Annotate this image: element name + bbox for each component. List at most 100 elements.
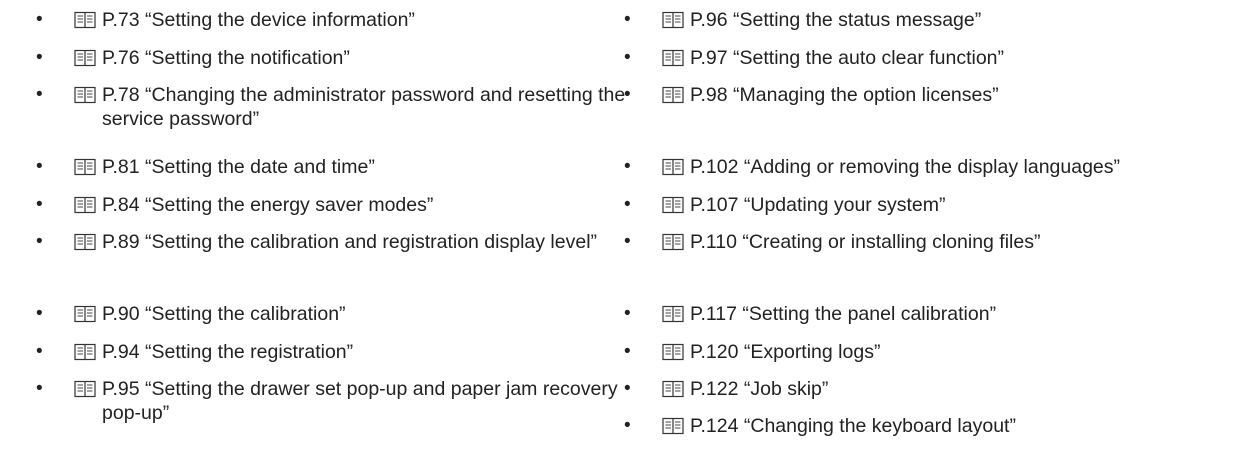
reference-text: P.81 “Setting the date and time” <box>102 155 662 179</box>
bullet: • <box>36 9 43 30</box>
bullet: • <box>624 84 631 105</box>
reference-text: P.89 “Setting the calibration and regist… <box>102 230 662 254</box>
reference-text: P.96 “Setting the status message” <box>690 8 1238 32</box>
book-reference-icon <box>662 414 690 438</box>
reference-item[interactable]: • P.90 “Setting the calibration” <box>36 302 662 326</box>
reference-text: P.122 “Job skip” <box>690 377 1238 401</box>
reference-text: P.98 “Managing the option licenses” <box>690 83 1238 107</box>
book-reference-icon <box>74 340 102 364</box>
section-title: “Setting the date and time” <box>145 156 375 178</box>
page-number: P.96 <box>690 9 728 31</box>
bullet: • <box>36 84 43 105</box>
reference-item[interactable]: • P.97 “Setting the auto clear function” <box>624 46 1238 70</box>
reference-text: P.95 “Setting the drawer set pop-up and … <box>102 377 662 425</box>
reference-text: P.78 “Changing the administrator passwor… <box>102 83 662 131</box>
section-title: “Setting the panel calibration” <box>742 303 997 325</box>
bullet: • <box>624 47 631 68</box>
section-title: “Creating or installing cloning files” <box>742 231 1041 253</box>
reference-item[interactable]: • P.102 “Adding or removing the display l… <box>624 155 1238 179</box>
page-number: P.90 <box>102 303 140 325</box>
section-title: “Setting the energy saver modes” <box>145 194 434 216</box>
reference-item[interactable]: • P.107 “Updating your system” <box>624 193 1238 217</box>
bullet: • <box>36 341 43 362</box>
reference-item[interactable]: • P.89 “Setting the calibration and regis… <box>36 230 662 254</box>
section-title: “Changing the administrator password and… <box>102 84 626 130</box>
reference-text: P.120 “Exporting logs” <box>690 340 1238 364</box>
page-number: P.124 <box>690 415 739 437</box>
section-title: “Setting the registration” <box>145 341 354 363</box>
reference-item[interactable]: • P.94 “Setting the registration” <box>36 340 662 364</box>
reference-item[interactable]: • P.120 “Exporting logs” <box>624 340 1238 364</box>
page-number: P.110 <box>690 231 737 253</box>
bullet: • <box>36 303 43 324</box>
bullet: • <box>624 156 631 177</box>
bullet: • <box>36 47 43 68</box>
book-reference-icon <box>74 8 102 32</box>
reference-text: P.84 “Setting the energy saver modes” <box>102 193 662 217</box>
page-number: P.78 <box>102 84 140 106</box>
page-number: P.95 <box>102 378 140 400</box>
reference-item[interactable]: • P.73 “Setting the device information” <box>36 8 662 32</box>
reference-item[interactable]: • P.110 “Creating or installing cloning f… <box>624 230 1238 254</box>
book-reference-icon <box>74 193 102 217</box>
reference-text: P.102 “Adding or removing the display la… <box>690 155 1238 179</box>
reference-item[interactable]: • P.117 “Setting the panel calibration” <box>624 302 1238 326</box>
book-reference-icon <box>662 46 690 70</box>
reference-item[interactable]: • P.122 “Job skip” <box>624 377 1238 401</box>
reference-text: P.90 “Setting the calibration” <box>102 302 662 326</box>
bullet: • <box>624 415 631 436</box>
section-title: “Exporting logs” <box>743 341 881 363</box>
bullet: • <box>624 341 631 362</box>
section-title: “Setting the drawer set pop-up and paper… <box>102 378 618 424</box>
reference-item[interactable]: • P.95 “Setting the drawer set pop-up and… <box>36 377 662 425</box>
section-title: “Managing the option licenses” <box>733 84 999 106</box>
section-title: “Updating your system” <box>743 194 946 216</box>
book-reference-icon <box>662 302 690 326</box>
reference-item[interactable]: • P.81 “Setting the date and time” <box>36 155 662 179</box>
reference-text: P.73 “Setting the device information” <box>102 8 662 32</box>
book-reference-icon <box>662 193 690 217</box>
reference-text: P.124 “Changing the keyboard layout” <box>690 414 1238 438</box>
page-number: P.107 <box>690 194 739 216</box>
section-title: “Job skip” <box>743 378 829 400</box>
book-reference-icon <box>662 377 690 401</box>
reference-text: P.97 “Setting the auto clear function” <box>690 46 1238 70</box>
reference-text: P.110 “Creating or installing cloning fi… <box>690 230 1238 254</box>
reference-item[interactable]: • P.124 “Changing the keyboard layout” <box>624 414 1238 438</box>
book-reference-icon <box>662 83 690 107</box>
page-number: P.102 <box>690 156 739 178</box>
book-reference-icon <box>74 302 102 326</box>
page-number: P.94 <box>102 341 140 363</box>
book-reference-icon <box>662 8 690 32</box>
section-title: “Adding or removing the display language… <box>743 156 1121 178</box>
reference-item[interactable]: • P.98 “Managing the option licenses” <box>624 83 1238 107</box>
bullet: • <box>36 194 43 215</box>
book-reference-icon <box>662 155 690 179</box>
reference-text: P.117 “Setting the panel calibration” <box>690 302 1238 326</box>
page-number: P.120 <box>690 341 739 363</box>
page-number: P.89 <box>102 231 140 253</box>
reference-item[interactable]: • P.76 “Setting the notification” <box>36 46 662 70</box>
reference-text: P.107 “Updating your system” <box>690 193 1238 217</box>
bullet: • <box>36 378 43 399</box>
book-reference-icon <box>74 83 102 107</box>
page-number: P.84 <box>102 194 140 216</box>
book-reference-icon <box>74 230 102 254</box>
book-reference-icon <box>662 340 690 364</box>
reference-item[interactable]: • P.96 “Setting the status message” <box>624 8 1238 32</box>
page-number: P.81 <box>102 156 140 178</box>
bullet: • <box>36 231 43 252</box>
page-number: P.117 <box>690 303 737 325</box>
section-title: “Setting the calibration” <box>145 303 346 325</box>
book-reference-icon <box>74 46 102 70</box>
bullet: • <box>624 194 631 215</box>
page-number: P.122 <box>690 378 739 400</box>
reference-item[interactable]: • P.84 “Setting the energy saver modes” <box>36 193 662 217</box>
reference-text: P.94 “Setting the registration” <box>102 340 662 364</box>
section-title: “Setting the device information” <box>145 9 415 31</box>
reference-item[interactable]: • P.78 “Changing the administrator passwo… <box>36 83 662 131</box>
page-number: P.98 <box>690 84 728 106</box>
bullet: • <box>624 378 631 399</box>
page-number: P.73 <box>102 9 140 31</box>
page-number: P.97 <box>690 47 728 69</box>
